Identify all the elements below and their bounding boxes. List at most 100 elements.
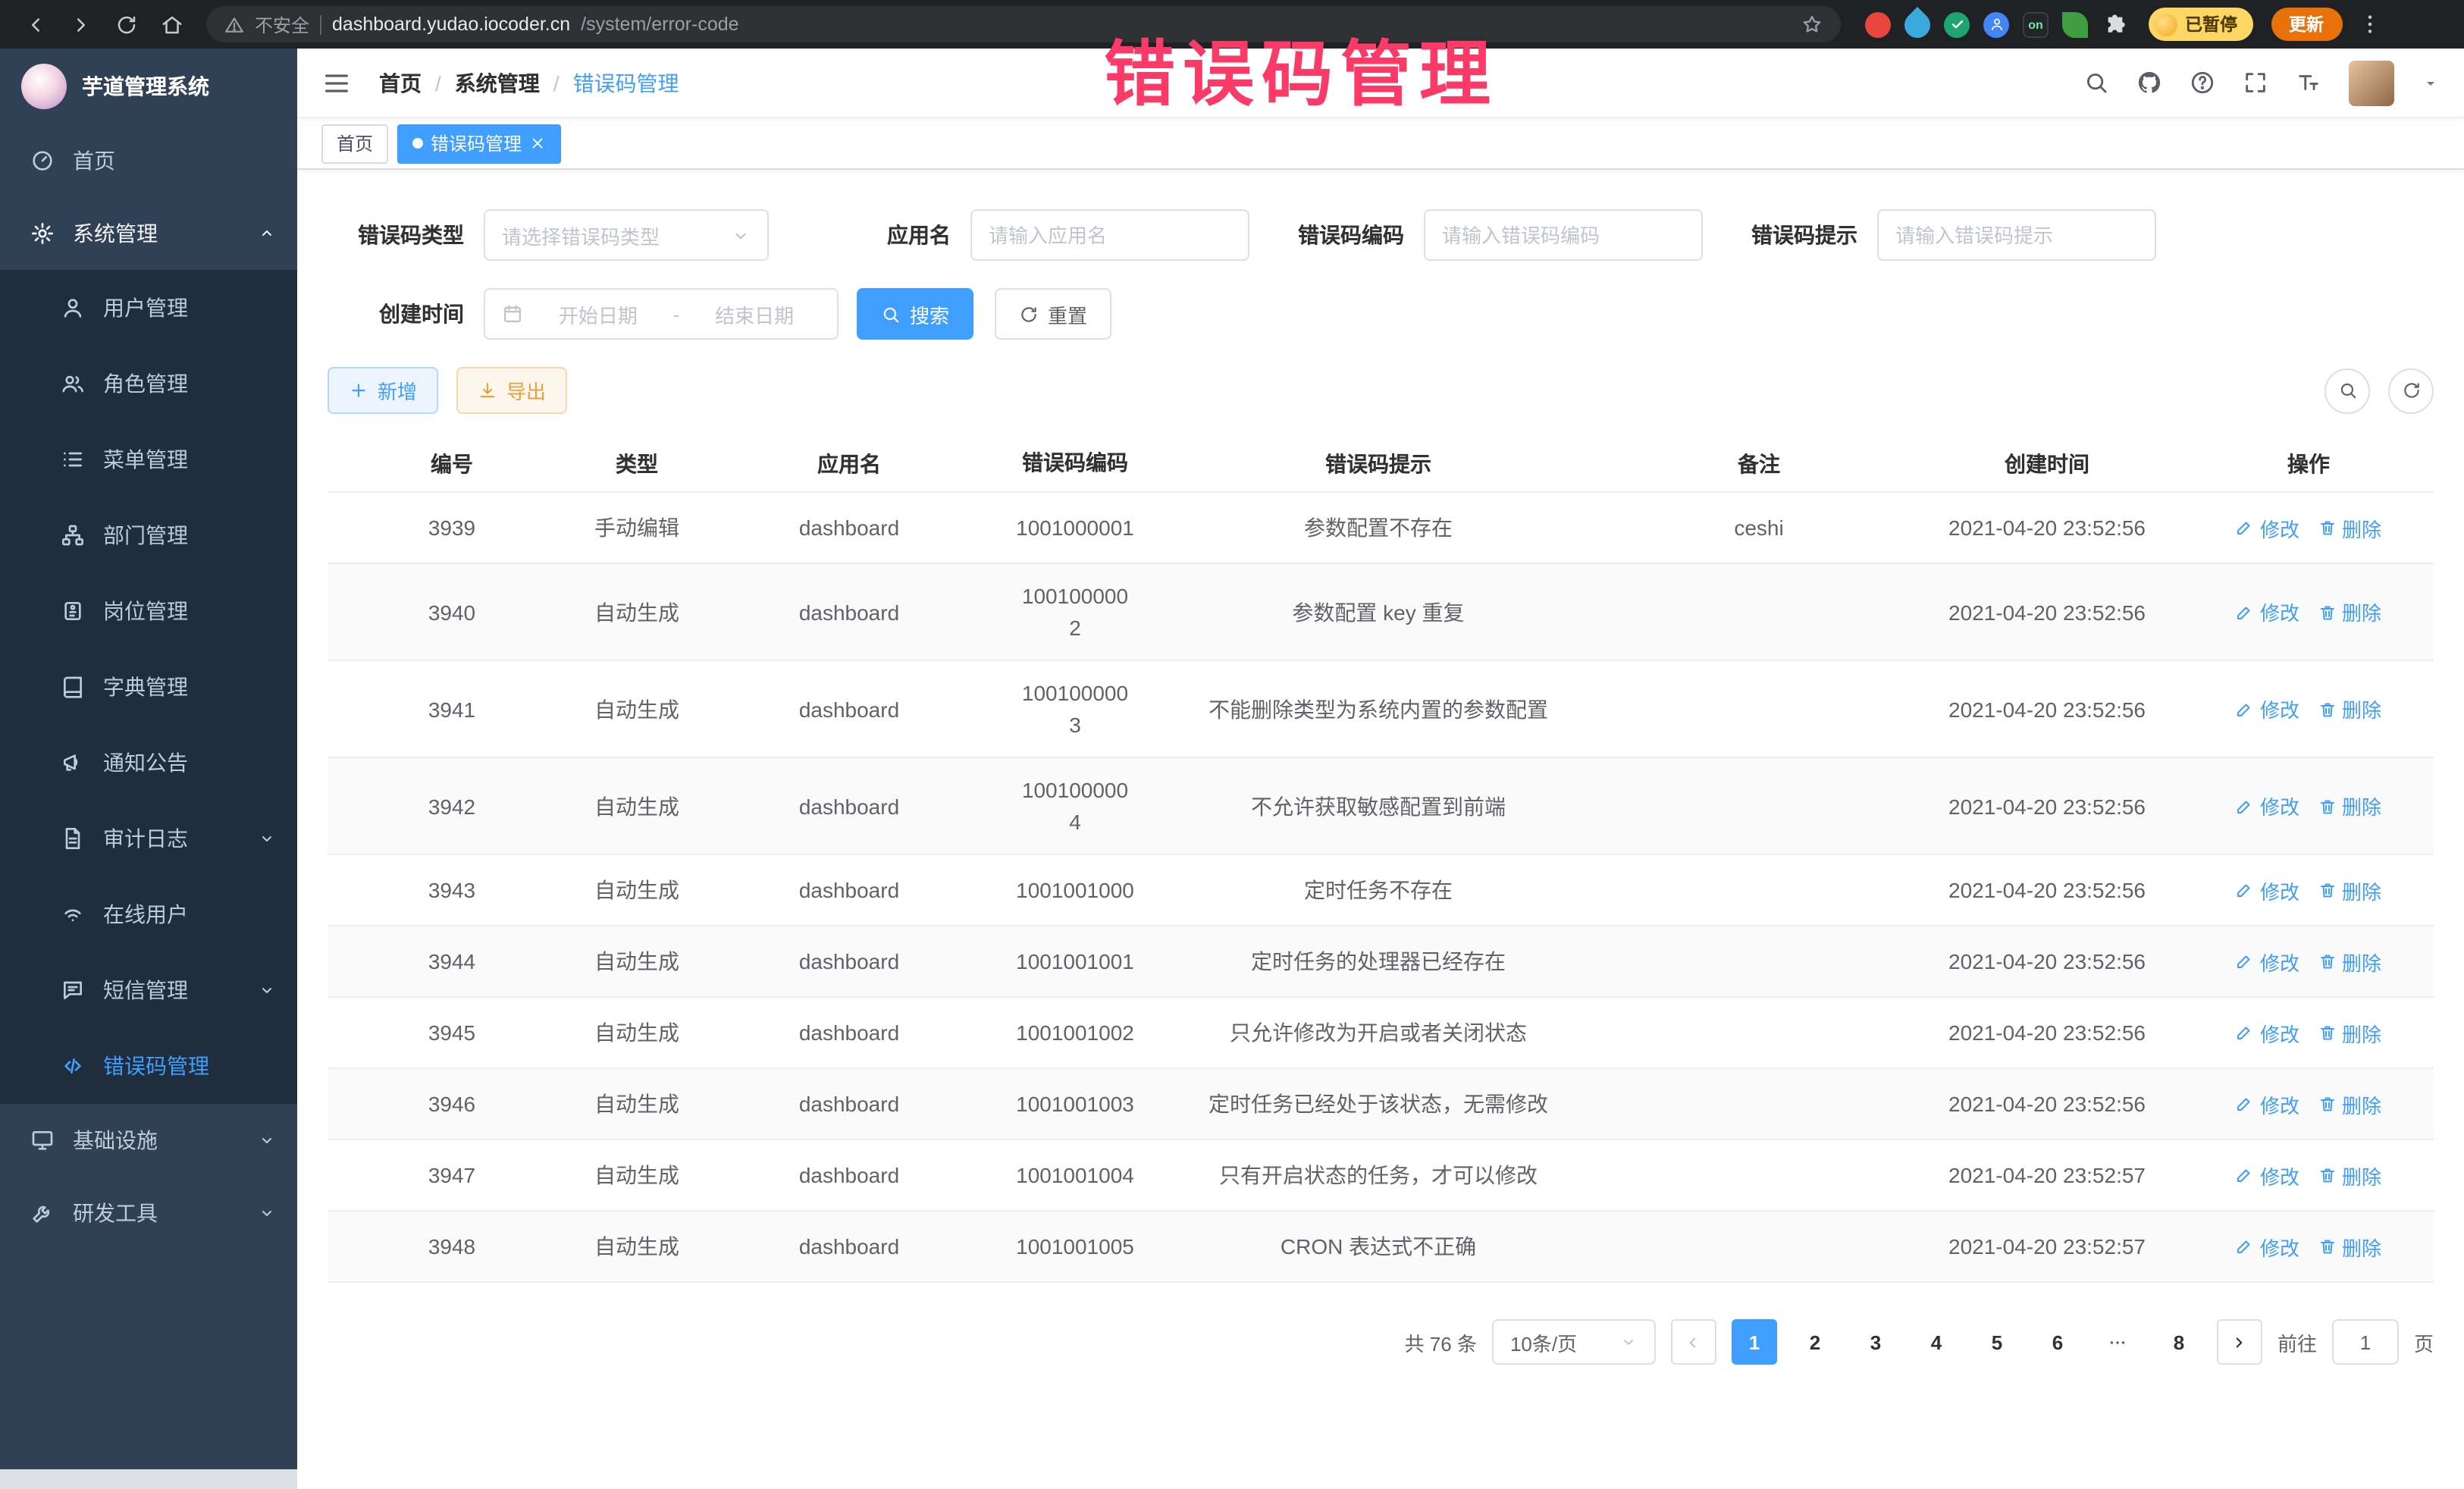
sidebar-logo[interactable]: 芋道管理系统 [0, 49, 297, 124]
sidebar-item-sms[interactable]: 短信管理 [0, 952, 297, 1028]
cell-id: 3941 [328, 697, 576, 721]
font-size-icon[interactable] [2296, 70, 2321, 96]
page-button-2[interactable]: 2 [1792, 1319, 1838, 1365]
user-avatar[interactable] [2349, 60, 2394, 105]
show-search-button[interactable] [2324, 368, 2370, 413]
more-pages-button[interactable] [2096, 1319, 2141, 1365]
page-button-3[interactable]: 3 [1853, 1319, 1898, 1365]
tab-home[interactable]: 首页 [321, 124, 388, 163]
add-button[interactable]: 新增 [328, 367, 438, 414]
browser-home-button[interactable] [152, 5, 191, 44]
close-icon[interactable] [529, 135, 546, 152]
app-name-input[interactable] [970, 209, 1249, 261]
extension-icon-badge[interactable]: on [2023, 11, 2049, 37]
breadcrumb-home[interactable]: 首页 [379, 67, 422, 98]
pencil-icon [2236, 952, 2254, 970]
edit-link[interactable]: 修改 [2236, 792, 2299, 820]
next-page-button[interactable] [2217, 1319, 2262, 1365]
sidebar-item-audit-log[interactable]: 审计日志 [0, 801, 297, 876]
edit-link[interactable]: 修改 [2236, 947, 2299, 976]
edit-link[interactable]: 修改 [2236, 1161, 2299, 1190]
refresh-table-button[interactable] [2388, 368, 2434, 413]
delete-link[interactable]: 删除 [2318, 1161, 2381, 1190]
sidebar-item-dictionary[interactable]: 字典管理 [0, 649, 297, 725]
reset-button[interactable]: 重置 [995, 288, 1111, 340]
page-button-8[interactable]: 8 [2156, 1319, 2202, 1365]
cell-hint: 定时任务不存在 [1149, 875, 1607, 905]
pencil-icon [2236, 881, 2254, 899]
caret-down-icon[interactable] [2422, 74, 2440, 92]
sidebar-item-system[interactable]: 系统管理 [0, 197, 297, 270]
sidebar-item-online-users[interactable]: 在线用户 [0, 876, 297, 952]
address-bar[interactable]: 不安全 dashboard.yudao.iocoder.cn/system/er… [206, 6, 1841, 42]
bookmark-star-icon[interactable] [1801, 14, 1823, 35]
extensions-puzzle-icon[interactable] [2102, 11, 2127, 37]
search-button-label: 搜索 [910, 299, 949, 328]
edit-link[interactable]: 修改 [2236, 694, 2299, 723]
sidebar-item-error-code[interactable]: 错误码管理 [0, 1028, 297, 1104]
prev-page-button[interactable] [1671, 1319, 1716, 1365]
page-size-select[interactable]: 10条/页 [1492, 1319, 1656, 1365]
extension-icon-leaf[interactable] [2062, 11, 2088, 37]
export-button[interactable]: 导出 [456, 367, 567, 414]
tab-error-code[interactable]: 错误码管理 [397, 124, 561, 163]
page-button-1[interactable]: 1 [1732, 1319, 1777, 1365]
sidebar-item-positions[interactable]: 岗位管理 [0, 573, 297, 649]
delete-link[interactable]: 删除 [2318, 513, 2381, 542]
extension-icon-drop[interactable] [1899, 6, 1936, 42]
sidebar-item-devtools[interactable]: 研发工具 [0, 1177, 297, 1249]
cell-id: 3948 [328, 1234, 576, 1259]
edit-link[interactable]: 修改 [2236, 1018, 2299, 1047]
help-icon[interactable] [2190, 70, 2215, 96]
browser-update-button[interactable]: 更新 [2271, 8, 2342, 41]
sidebar-item-users[interactable]: 用户管理 [0, 270, 297, 346]
sidebar-item-label: 系统管理 [73, 218, 158, 249]
breadcrumb-system[interactable]: 系统管理 [455, 67, 540, 98]
sidebar-item-home[interactable]: 首页 [0, 124, 297, 197]
extension-icon-people[interactable] [1983, 11, 2009, 37]
edit-link[interactable]: 修改 [2236, 513, 2299, 542]
delete-link[interactable]: 删除 [2318, 792, 2381, 820]
sidebar-item-departments[interactable]: 部门管理 [0, 497, 297, 573]
edit-link[interactable]: 修改 [2236, 597, 2299, 626]
browser-forward-button[interactable] [61, 5, 100, 44]
sidebar-item-menus[interactable]: 菜单管理 [0, 422, 297, 497]
delete-link[interactable]: 删除 [2318, 694, 2381, 723]
page-button-6[interactable]: 6 [2035, 1319, 2080, 1365]
cell-actions: 修改 删除 [2183, 597, 2434, 626]
filter-row-1: 错误码类型 请选择错误码类型 应用名 错误码编码 [328, 209, 2434, 261]
date-range-picker[interactable]: 开始日期 - 结束日期 [484, 288, 839, 340]
sidebar-scrollbar[interactable] [0, 1469, 297, 1489]
hamburger-icon[interactable] [321, 67, 352, 98]
edit-link[interactable]: 修改 [2236, 1089, 2299, 1118]
sidebar-item-label: 岗位管理 [103, 596, 188, 626]
search-button[interactable]: 搜索 [857, 288, 973, 340]
profile-paused-badge[interactable]: 已暂停 [2149, 8, 2252, 41]
goto-page-input[interactable] [2332, 1319, 2399, 1365]
sidebar-item-infrastructure[interactable]: 基础设施 [0, 1104, 297, 1177]
edit-link[interactable]: 修改 [2236, 1232, 2299, 1261]
delete-link[interactable]: 删除 [2318, 1089, 2381, 1118]
sidebar-item-notice[interactable]: 通知公告 [0, 725, 297, 801]
page-button-5[interactable]: 5 [1974, 1319, 2020, 1365]
delete-link[interactable]: 删除 [2318, 947, 2381, 976]
delete-link[interactable]: 删除 [2318, 876, 2381, 904]
error-code-input[interactable] [1424, 209, 1703, 261]
browser-menu-icon[interactable] [2357, 12, 2381, 36]
breadcrumb-separator: / [435, 71, 441, 95]
browser-reload-button[interactable] [106, 5, 146, 44]
delete-link[interactable]: 删除 [2318, 1018, 2381, 1047]
extension-icon-check[interactable] [1944, 11, 1970, 37]
error-hint-input[interactable] [1877, 209, 2156, 261]
browser-back-button[interactable] [15, 5, 55, 44]
extension-icon-red[interactable] [1865, 11, 1891, 37]
delete-link[interactable]: 删除 [2318, 1232, 2381, 1261]
delete-link[interactable]: 删除 [2318, 597, 2381, 626]
github-icon[interactable] [2136, 70, 2162, 96]
fullscreen-icon[interactable] [2243, 70, 2268, 96]
sidebar-item-roles[interactable]: 角色管理 [0, 346, 297, 422]
page-button-4[interactable]: 4 [1914, 1319, 1959, 1365]
search-icon[interactable] [2083, 70, 2109, 96]
edit-link[interactable]: 修改 [2236, 876, 2299, 904]
error-type-select[interactable]: 请选择错误码类型 [484, 209, 769, 261]
